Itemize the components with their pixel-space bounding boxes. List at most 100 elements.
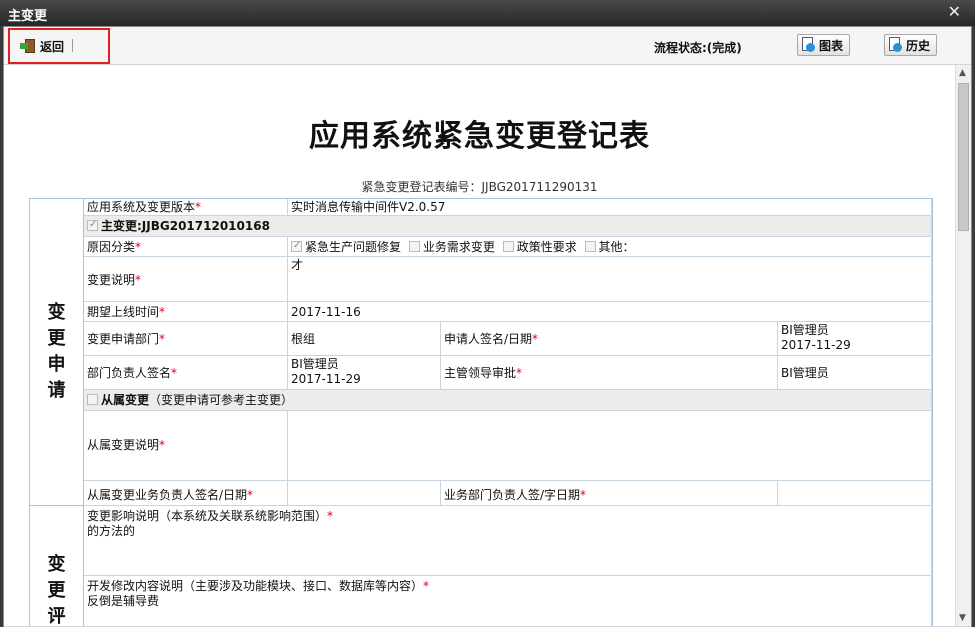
impact-value: 的方法的 — [87, 524, 136, 538]
page-title: 应用系统紧急变更登记表 — [309, 119, 650, 154]
section-apply-char: 申 — [47, 354, 66, 375]
required-mark: * — [423, 579, 430, 593]
chart-doc-icon — [802, 37, 816, 53]
reason-checkbox-urgent[interactable] — [291, 238, 302, 253]
dept-head-date: 2017-11-29 — [291, 372, 361, 386]
scroll-down-icon[interactable]: ▼ — [959, 613, 966, 623]
section-assess-char: 更 — [47, 580, 66, 601]
section-apply-label: 变 更 申 请 — [30, 199, 84, 506]
date-label-cell: 期望上线时间* — [84, 302, 288, 322]
vertical-scrollbar[interactable]: ▲ ▼ — [955, 65, 971, 626]
dialog-window: 返回 流程状态:(完成) 图表 历史 应用系统紧急变更登记表 紧急变更登记表编号… — [3, 26, 972, 627]
section-assess-label: 变 更 评 估 — [30, 506, 84, 626]
section-apply-char: 请 — [47, 380, 66, 401]
section-apply-char: 更 — [47, 328, 66, 349]
main-change-checkbox[interactable] — [87, 217, 98, 232]
history-doc-icon — [889, 37, 903, 53]
reason-checkbox-other[interactable] — [584, 241, 596, 252]
required-mark: * — [135, 240, 142, 254]
chart-button[interactable]: 图表 — [797, 34, 851, 56]
sub-desc-value-cell[interactable] — [288, 411, 932, 481]
required-mark: * — [135, 273, 142, 287]
window-titlebar: 主变更 ✕ — [0, 0, 975, 26]
sub-desc-label-cell: 从属变更说明* — [84, 411, 288, 481]
reason-option-urgent: 紧急生产问题修复 — [305, 240, 402, 254]
applicant-date: 2017-11-29 — [781, 338, 851, 352]
reason-option-business: 业务需求变更 — [422, 240, 495, 254]
system-value: 实时消息传输中间件V2.0.57 — [291, 200, 446, 214]
system-value-cell: 实时消息传输中间件V2.0.57 — [288, 199, 932, 216]
change-form: 变 更 申 请 应用系统及变更版本* 实时消息传输中间件V2.0.57 主变更:… — [29, 198, 933, 626]
history-button[interactable]: 历史 — [884, 34, 938, 56]
scroll-up-icon[interactable]: ▲ — [959, 68, 966, 78]
desc-label-cell: 变更说明* — [84, 257, 288, 302]
scrollbar-thumb[interactable] — [958, 83, 969, 231]
date-value: 2017-11-16 — [291, 305, 361, 319]
close-icon[interactable]: ✕ — [948, 2, 961, 21]
reason-option-other: 其他： — [598, 240, 635, 254]
applicant-label: 申请人签名/日期 — [444, 332, 533, 346]
sub-change-checkbox[interactable] — [87, 394, 98, 405]
dept-head-name: BI管理员 — [291, 357, 339, 371]
leader-value: BI管理员 — [781, 366, 829, 380]
applicant-label-cell: 申请人签名/日期* — [441, 322, 778, 356]
chart-button-label: 图表 — [819, 38, 844, 53]
section-assess-char: 评 — [47, 606, 66, 626]
desc-label: 变更说明 — [87, 273, 136, 287]
form-number: 紧急变更登记表编号：JJBG201711290131 — [361, 180, 598, 194]
highlight-box — [8, 28, 110, 64]
sub-change-title: 从属变更 — [101, 393, 150, 407]
applicant-name: BI管理员 — [781, 323, 829, 337]
history-button-label: 历史 — [906, 38, 931, 53]
dept-label: 变更申请部门 — [87, 332, 160, 346]
required-mark: * — [195, 200, 202, 214]
workflow-status: 流程状态:(完成) — [654, 41, 742, 55]
sub-desc-label: 从属变更说明 — [87, 438, 160, 452]
dept-label-cell: 变更申请部门* — [84, 322, 288, 356]
reason-options-cell: 紧急生产问题修复 业务需求变更 政策性要求 其他： — [288, 237, 932, 257]
reason-label-cell: 原因分类* — [84, 237, 288, 257]
date-label: 期望上线时间 — [87, 305, 160, 319]
reason-checkbox-policy[interactable] — [502, 241, 514, 252]
required-mark: * — [159, 332, 166, 346]
biz-head-label-cell: 业务部门负责人签/字日期* — [441, 481, 778, 506]
required-mark: * — [159, 438, 166, 452]
impact-cell[interactable]: 变更影响说明（本系统及关联系统影响范围）* 的方法的 — [84, 506, 932, 576]
dev-cell[interactable]: 开发修改内容说明（主要涉及功能模块、接口、数据库等内容）* 反倒是辅导费 — [84, 576, 932, 626]
section-apply-char: 变 — [47, 302, 66, 323]
impact-label: 变更影响说明（本系统及关联系统影响范围） — [87, 509, 328, 523]
dept-value-cell: 根组 — [288, 322, 441, 356]
sub-change-row: 从属变更（变更申请可参考主变更） — [84, 390, 932, 411]
main-change-number: 主变更:JJBG201712010168 — [101, 219, 270, 233]
sub-change-note: （变更申请可参考主变更） — [149, 393, 294, 407]
required-mark: * — [516, 366, 523, 380]
form-content: 应用系统紧急变更登记表 紧急变更登记表编号：JJBG201711290131 变… — [4, 65, 955, 626]
dev-label: 开发修改内容说明（主要涉及功能模块、接口、数据库等内容） — [87, 579, 424, 593]
reason-option-policy: 政策性要求 — [516, 240, 577, 254]
required-mark: * — [159, 305, 166, 319]
required-mark: * — [580, 488, 587, 502]
dept-head-value-cell: BI管理员 2017-11-29 — [288, 356, 441, 390]
toolbar: 返回 流程状态:(完成) 图表 历史 — [4, 27, 971, 65]
biz-head-value-cell — [778, 481, 932, 506]
required-mark: * — [532, 332, 539, 346]
applicant-value-cell: BI管理员 2017-11-29 — [778, 322, 932, 356]
window-title: 主变更 — [8, 9, 48, 24]
leader-label: 主管领导审批 — [444, 366, 517, 380]
dept-value: 根组 — [291, 332, 316, 346]
dev-value: 反倒是辅导费 — [87, 594, 160, 608]
sub-owner-label: 从属变更业务负责人签名/日期 — [87, 488, 248, 502]
date-value-cell[interactable]: 2017-11-16 — [288, 302, 932, 322]
biz-head-label: 业务部门负责人签/字日期 — [444, 488, 581, 502]
desc-value-cell[interactable]: 才 — [288, 257, 932, 302]
reason-checkbox-business[interactable] — [408, 241, 420, 252]
sub-owner-value-cell — [288, 481, 441, 506]
reason-label: 原因分类 — [87, 240, 136, 254]
required-mark: * — [247, 488, 254, 502]
system-label-cell: 应用系统及变更版本* — [84, 199, 288, 216]
dept-head-label-cell: 部门负责人签名* — [84, 356, 288, 390]
system-label: 应用系统及变更版本 — [87, 200, 196, 214]
required-mark: * — [171, 366, 178, 380]
leader-label-cell: 主管领导审批* — [441, 356, 778, 390]
required-mark: * — [327, 509, 334, 523]
